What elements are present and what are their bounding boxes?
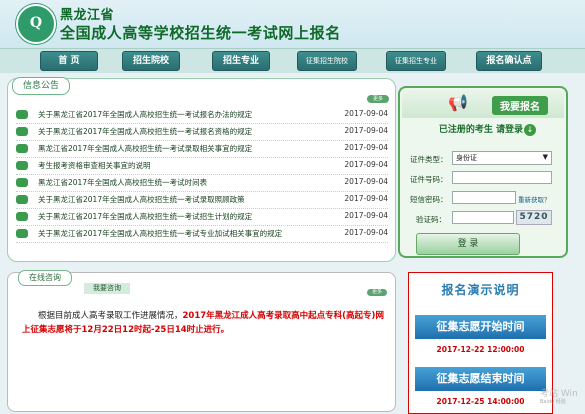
list-item[interactable]: 关于黑龙江省2017年全国成人高校招生统一考试招生计划的规定 2017-09-0…	[16, 209, 388, 226]
nav-supplement-majors[interactable]: 征集招生专业	[386, 51, 446, 71]
announcement-date: 2017-09-04	[344, 177, 388, 186]
sms-label: 短信密码：	[410, 195, 448, 204]
start-time-bar: 征集志愿开始时间	[415, 315, 546, 339]
announcement-title[interactable]: 关于黑龙江省2017年全国成人高校招生统一考试录取照顾政策	[38, 194, 245, 205]
page-header: Q 黑龙江省 全国成人高等学校招生统一考试网上报名	[0, 0, 585, 48]
consult-text: 根据目前成人高考录取工作进展情况，2017年黑龙江成人高考录取高中起点专科(高起…	[22, 309, 387, 337]
arrow-down-icon: ↓	[524, 124, 536, 136]
cert-type-label: 证件类型：	[410, 155, 448, 164]
site-logo: Q	[16, 4, 56, 44]
announcement-title[interactable]: 关于黑龙江省2017年全国成人高校招生统一考试专业加试相关事宜的规定	[38, 228, 282, 239]
start-time-value: 2017-12-22 12:00:00	[436, 345, 525, 354]
login-prompt-text: 已注册的考生 请登录	[438, 125, 524, 135]
registration-header: 📢 我要报名	[402, 90, 564, 118]
announcement-title[interactable]: 关于黑龙江省2017年全国成人高校招生统一考试招生计划的规定	[38, 211, 252, 222]
registration-panel: 📢 我要报名 已注册的考生 请登录 ↓ 证件类型： 身份证 ▼ 证件号码： 短信…	[398, 86, 568, 258]
captcha-label: 验证码：	[416, 215, 446, 224]
list-item[interactable]: 黑龙江省2017年全国成人高校招生统一考试时间表 2017-09-04	[16, 175, 388, 192]
main-nav: 首 页 招生院校 招生专业 征集招生院校 征集招生专业 报名确认点	[0, 48, 585, 73]
list-item[interactable]: 关于黑龙江省2017年全国成人高校招生统一考试录取照顾政策 2017-09-04	[16, 192, 388, 209]
list-item[interactable]: 考生报考资格审查相关事宜的说明 2017-09-04	[16, 158, 388, 175]
speech-bubble-icon	[16, 195, 28, 204]
nav-majors[interactable]: 招生专业	[212, 51, 270, 71]
announcement-title[interactable]: 关于黑龙江省2017年全国成人高校招生统一考试报名资格的规定	[38, 126, 252, 137]
announcement-date: 2017-09-04	[344, 194, 388, 203]
cert-no-input[interactable]	[452, 171, 552, 184]
announcement-date: 2017-09-04	[344, 109, 388, 118]
announcement-panel: 信息公告 更多 关于黑龙江省2017年全国成人高校招生统一考试报名办法的规定 2…	[7, 77, 396, 262]
speech-bubble-icon	[16, 144, 28, 153]
nav-colleges[interactable]: 招生院校	[122, 51, 180, 71]
cert-type-select[interactable]: 身份证 ▼	[452, 151, 552, 165]
announcement-date: 2017-09-04	[344, 160, 388, 169]
cert-type-value: 身份证	[456, 154, 477, 162]
resend-link[interactable]: 重新获取？	[518, 194, 551, 204]
speech-bubble-icon	[16, 127, 28, 136]
announcement-title[interactable]: 黑龙江省2017年全国成人高校招生统一考试录取相关事宜的规定	[38, 143, 252, 154]
captcha-input[interactable]	[452, 211, 514, 224]
announcement-date: 2017-09-04	[344, 126, 388, 135]
consult-plain-text: 根据目前成人高考录取工作进展情况，	[38, 311, 183, 321]
speech-bubble-icon	[16, 212, 28, 221]
speech-bubble-icon	[16, 178, 28, 187]
cert-no-label: 证件号码：	[410, 175, 448, 184]
site-title: 全国成人高等学校招生统一考试网上报名	[60, 24, 341, 42]
captcha-image[interactable]: 5720	[516, 210, 552, 225]
online-consult-panel: 在线咨询 我要咨询 更多 根据目前成人高考录取工作进展情况，2017年黑龙江成人…	[7, 270, 396, 412]
speech-bubble-icon	[16, 161, 28, 170]
demo-title[interactable]: 报名演示说明	[409, 281, 552, 298]
nav-confirm-points[interactable]: 报名确认点	[476, 51, 542, 71]
nav-supplement-colleges[interactable]: 征集招生院校	[297, 51, 357, 71]
registration-demo-panel: 报名演示说明 征集志愿开始时间 2017-12-22 12:00:00 征集志愿…	[408, 272, 553, 414]
end-time-bar: 征集志愿结束时间	[415, 367, 546, 391]
login-button[interactable]: 登 录	[416, 233, 520, 255]
list-item[interactable]: 关于黑龙江省2017年全国成人高校招生统一考试报名办法的规定 2017-09-0…	[16, 107, 388, 124]
consult-tab: 在线咨询	[18, 270, 72, 286]
province-title: 黑龙江省	[60, 8, 115, 23]
end-time-value: 2017-12-25 14:00:00	[436, 397, 525, 406]
nav-home[interactable]: 首 页	[40, 51, 98, 71]
register-title[interactable]: 我要报名	[492, 96, 548, 115]
list-item[interactable]: 黑龙江省2017年全国成人高校招生统一考试录取相关事宜的规定 2017-09-0…	[16, 141, 388, 158]
list-item[interactable]: 关于黑龙江省2017年全国成人高校招生统一考试专业加试相关事宜的规定 2017-…	[16, 226, 388, 243]
watermark-sub: Baidu 经验	[540, 399, 566, 405]
announcement-title[interactable]: 关于黑龙江省2017年全国成人高校招生统一考试报名办法的规定	[38, 109, 252, 120]
announcement-date: 2017-09-04	[344, 143, 388, 152]
announcement-more-button[interactable]: 更多	[367, 95, 389, 103]
chevron-down-icon: ▼	[542, 153, 548, 161]
announcement-title[interactable]: 考生报考资格审查相关事宜的说明	[38, 160, 151, 171]
announcement-date: 2017-09-04	[344, 211, 388, 220]
speech-bubble-icon	[16, 229, 28, 238]
announcement-tab: 信息公告	[12, 77, 70, 95]
announcement-title[interactable]: 黑龙江省2017年全国成人高校招生统一考试时间表	[38, 177, 207, 188]
sms-password-input[interactable]	[452, 191, 516, 204]
speech-bubble-icon	[16, 110, 28, 119]
list-item[interactable]: 关于黑龙江省2017年全国成人高校招生统一考试报名资格的规定 2017-09-0…	[16, 124, 388, 141]
consult-more-button[interactable]: 更多	[367, 289, 387, 296]
logo-mark-icon: Q	[29, 15, 43, 31]
registered-login-prompt: 已注册的考生 请登录	[400, 122, 562, 135]
announcement-date: 2017-09-04	[344, 228, 388, 237]
megaphone-icon: 📢	[448, 93, 468, 112]
ask-question-tab[interactable]: 我要咨询	[84, 283, 130, 294]
